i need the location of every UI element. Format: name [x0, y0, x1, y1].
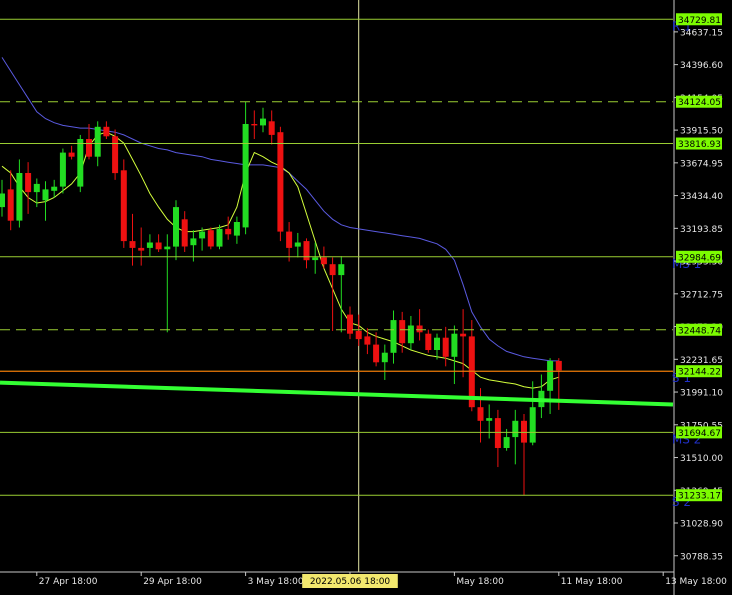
candle-body [242, 124, 249, 228]
price-tick-label: 33193.85 [680, 225, 723, 235]
candle-body [207, 230, 214, 247]
candlestick-chart[interactable]: R 1Pivot PointMS 1S 1MS 2S 2 34637.15 343… [0, 0, 732, 595]
candle-body [42, 189, 49, 201]
candle-body [425, 333, 432, 350]
candle-body [373, 344, 380, 363]
time-label: 11 May 18:00 [561, 577, 623, 587]
candle-body [94, 126, 101, 157]
grid-layer [0, 0, 675, 595]
level-price-tag-label: 34729.81 [678, 16, 721, 26]
candle-body [225, 228, 232, 235]
candle-body [555, 360, 562, 371]
candle-body [494, 418, 501, 448]
level-price-tag-label: 32984.69 [678, 253, 721, 263]
candle-body [33, 183, 40, 193]
price-tick-label: 34396.60 [680, 61, 723, 71]
candle-body [364, 336, 371, 345]
candle-body [129, 241, 136, 248]
candle-body [68, 152, 75, 157]
candle-body [146, 242, 153, 248]
candle-body [16, 173, 23, 221]
candle-body [86, 139, 92, 157]
candle-body [442, 337, 449, 357]
candle-body [112, 136, 119, 174]
candle-body [521, 420, 527, 443]
time-axis: 18:0027 Apr 18:0029 Apr 18:003 May 18:00… [36, 572, 727, 588]
candle-body [277, 132, 284, 232]
candle-body [381, 352, 388, 363]
candle-body [390, 320, 397, 353]
candle-body [7, 189, 14, 221]
candle-body [77, 139, 84, 187]
candle-body [347, 314, 353, 334]
candle-body [216, 228, 223, 247]
candle-body [268, 121, 275, 135]
candle-body [486, 418, 493, 421]
candle-body [329, 264, 336, 276]
candle-body [251, 124, 258, 126]
candle-body [164, 246, 171, 250]
candle-body [512, 420, 519, 438]
price-tick-label: 31510.00 [680, 454, 723, 464]
candle-body [51, 186, 58, 191]
candle-body [155, 242, 162, 250]
level-price-tag-label: 32448.74 [678, 326, 721, 336]
candle-body [312, 257, 319, 261]
candle-body [103, 126, 110, 137]
candle-body [399, 320, 406, 344]
candle-body [503, 437, 510, 448]
candle-body [355, 330, 362, 340]
price-axis: 34637.1534396.6034154.0533915.5033674.95… [674, 13, 723, 562]
level-price-tag-label: 34124.05 [678, 98, 721, 108]
candle-body [303, 241, 310, 261]
candle-body [181, 219, 188, 247]
trend-line-layer [0, 380, 674, 407]
time-label: 2022.05.06 18:00 [310, 577, 391, 587]
candle-body [199, 231, 206, 239]
level-price-tag-label: 32144.22 [678, 368, 721, 378]
time-label: 27 Apr 18:00 [39, 577, 98, 587]
price-tick-label: 32712.75 [680, 290, 723, 300]
level-price-tag-label: 31694.67 [678, 429, 721, 439]
candle-body [434, 337, 440, 350]
candle-body [451, 333, 458, 357]
price-tick-label: 33434.40 [680, 192, 723, 202]
price-tick-label: 32231.65 [680, 356, 723, 366]
candle-body [529, 407, 536, 443]
candle-body [286, 231, 293, 248]
chart-container[interactable]: R 1Pivot PointMS 1S 1MS 2S 2 34637.15 343… [0, 0, 732, 595]
candle-body [120, 170, 127, 242]
price-tick-label: 31028.90 [680, 520, 723, 530]
price-tick-label: 30788.35 [680, 552, 723, 562]
price-tick-label: 33915.50 [680, 127, 723, 137]
candle-body [460, 333, 467, 337]
time-label: May 18:00 [456, 577, 504, 587]
candle-body [138, 247, 145, 251]
candle-body [477, 407, 484, 421]
candle-body [260, 118, 266, 126]
level-price-tag-label: 33816.93 [678, 140, 721, 150]
candle-body [59, 152, 66, 187]
pivot-levels: R 1Pivot PointMS 1S 1MS 2S 2 [0, 18, 701, 509]
time-label: 29 Apr 18:00 [143, 577, 202, 587]
candle-body [25, 173, 32, 193]
candle-body [338, 264, 345, 276]
price-tick-label: 33674.95 [680, 159, 723, 169]
time-label: 13 May 18:00 [665, 577, 727, 587]
candle-body [190, 238, 197, 246]
candle-body [233, 222, 240, 236]
candle-body [547, 360, 554, 391]
candle-body [173, 207, 179, 247]
candle-body [320, 257, 327, 265]
candle-body [407, 325, 414, 344]
price-tick-label: 31991.10 [680, 389, 723, 399]
level-price-tag-label: 31233.17 [678, 492, 721, 502]
price-tick-label: 34637.15 [680, 28, 723, 38]
candle-body [294, 242, 301, 247]
candle-body [0, 193, 5, 208]
trend-line [0, 380, 674, 407]
candle-body [416, 325, 423, 333]
time-label: 3 May 18:00 [248, 577, 304, 587]
